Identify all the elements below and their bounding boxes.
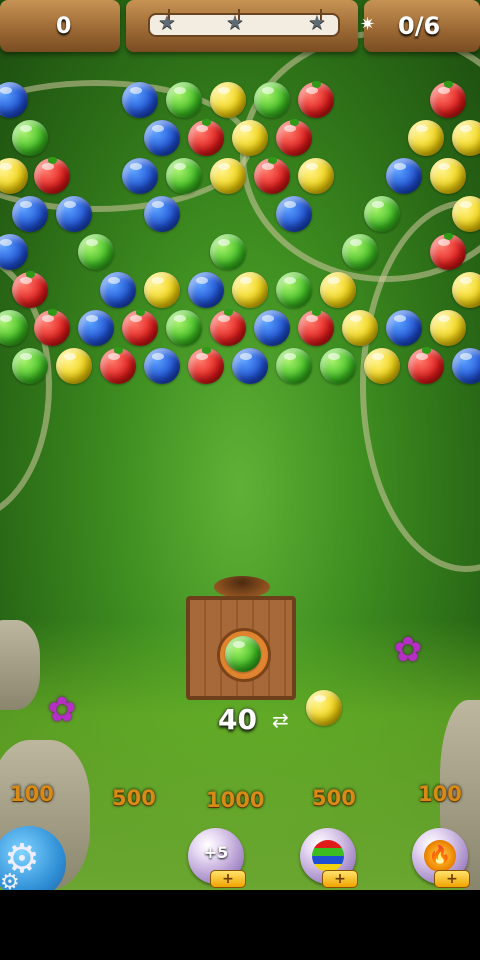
rainbow-ball-icon xyxy=(312,840,344,872)
yellow-bubble xyxy=(320,272,356,308)
yellow-bubble xyxy=(144,272,180,308)
multiplier-label: 100 xyxy=(418,782,462,806)
red-bubble xyxy=(408,347,444,384)
swap-arrows-icon[interactable]: ⇄ xyxy=(272,708,289,732)
green-bubble xyxy=(276,348,312,384)
star-icon: ★ xyxy=(226,10,244,34)
current-bubble xyxy=(225,636,261,672)
yellow-bubble xyxy=(342,310,378,346)
green-bubble xyxy=(254,82,290,118)
game-stage[interactable]: 0 ★ ★ ★ ✷ 0/6 ✿ ✿ 40 ⇄ 100 500 1000 500 … xyxy=(0,0,480,890)
yellow-bubble xyxy=(452,196,480,232)
fire-ball-icon: 🔥 xyxy=(424,840,456,872)
powerup-rainbow-button[interactable]: + xyxy=(300,828,358,888)
blue-bubble xyxy=(144,196,180,232)
flower-icon: ✿ xyxy=(47,690,77,730)
flower-icon: ✿ xyxy=(393,630,423,670)
blue-bubble xyxy=(100,272,136,308)
red-bubble xyxy=(34,157,70,194)
buy-powerup-button[interactable]: + xyxy=(434,870,470,888)
red-bubble xyxy=(100,347,136,384)
blue-bubble xyxy=(78,310,114,346)
star-icon: ★ xyxy=(158,10,176,34)
sparkle-icon: ✷ xyxy=(360,14,376,35)
red-bubble xyxy=(276,119,312,156)
shots-remaining: 40 xyxy=(218,703,257,736)
green-bubble xyxy=(342,234,378,270)
green-bubble xyxy=(12,348,48,384)
yellow-bubble xyxy=(56,348,92,384)
yellow-bubble xyxy=(364,348,400,384)
blue-bubble xyxy=(144,348,180,384)
blue-bubble xyxy=(452,348,480,384)
red-bubble xyxy=(298,81,334,118)
yellow-bubble xyxy=(430,158,466,194)
score-value: 0 xyxy=(56,14,72,39)
shooter-bowl xyxy=(214,576,270,598)
yellow-bubble xyxy=(232,272,268,308)
hud-bar: 0 ★ ★ ★ ✷ 0/6 xyxy=(0,0,480,60)
blue-bubble xyxy=(12,196,48,232)
green-bubble xyxy=(166,310,202,346)
green-bubble xyxy=(320,348,356,384)
bottom-bar xyxy=(0,890,480,960)
green-bubble xyxy=(276,272,312,308)
blue-bubble xyxy=(56,196,92,232)
yellow-bubble xyxy=(232,120,268,156)
powerup-fire-button[interactable]: 🔥 + xyxy=(412,828,470,888)
yellow-bubble xyxy=(210,82,246,118)
blue-bubble xyxy=(276,196,312,232)
red-bubble xyxy=(122,309,158,346)
shooter-ring xyxy=(217,628,271,682)
blue-bubble xyxy=(386,158,422,194)
red-bubble xyxy=(34,309,70,346)
green-bubble xyxy=(166,158,202,194)
yellow-bubble xyxy=(298,158,334,194)
green-bubble xyxy=(78,234,114,270)
blue-bubble xyxy=(232,348,268,384)
yellow-bubble xyxy=(452,120,480,156)
blue-bubble xyxy=(254,310,290,346)
next-bubble[interactable] xyxy=(306,690,342,726)
powerup-plus-five-button[interactable]: +5 + xyxy=(188,828,246,888)
red-bubble xyxy=(430,81,466,118)
buy-powerup-button[interactable]: + xyxy=(210,870,246,888)
blue-bubble xyxy=(122,82,158,118)
green-bubble xyxy=(364,196,400,232)
multiplier-label: 500 xyxy=(112,786,156,810)
blue-bubble xyxy=(386,310,422,346)
green-bubble xyxy=(210,234,246,270)
red-bubble xyxy=(254,157,290,194)
red-bubble xyxy=(188,119,224,156)
yellow-bubble xyxy=(430,310,466,346)
red-bubble xyxy=(430,233,466,270)
multiplier-label: 100 xyxy=(10,782,54,806)
blue-bubble xyxy=(188,272,224,308)
gear-small-icon: ⚙ xyxy=(0,870,20,890)
red-bubble xyxy=(210,309,246,346)
red-bubble xyxy=(298,309,334,346)
multiplier-label: 1000 xyxy=(206,788,265,812)
bubble-shooter[interactable] xyxy=(186,576,296,706)
blue-bubble xyxy=(144,120,180,156)
yellow-bubble xyxy=(210,158,246,194)
star-icon: ★ xyxy=(308,10,326,34)
rock-left xyxy=(0,620,40,710)
red-bubble xyxy=(188,347,224,384)
green-bubble xyxy=(12,120,48,156)
buy-powerup-button[interactable]: + xyxy=(322,870,358,888)
moves-counter: 0/6 xyxy=(398,12,441,40)
yellow-bubble xyxy=(452,272,480,308)
shooter-crate xyxy=(186,596,296,700)
multiplier-label: 500 xyxy=(312,786,356,810)
powerup-label: +5 xyxy=(203,843,229,862)
blue-bubble xyxy=(122,158,158,194)
red-bubble xyxy=(12,271,48,308)
green-bubble xyxy=(166,82,202,118)
blue-bubble xyxy=(0,234,28,270)
yellow-bubble xyxy=(408,120,444,156)
